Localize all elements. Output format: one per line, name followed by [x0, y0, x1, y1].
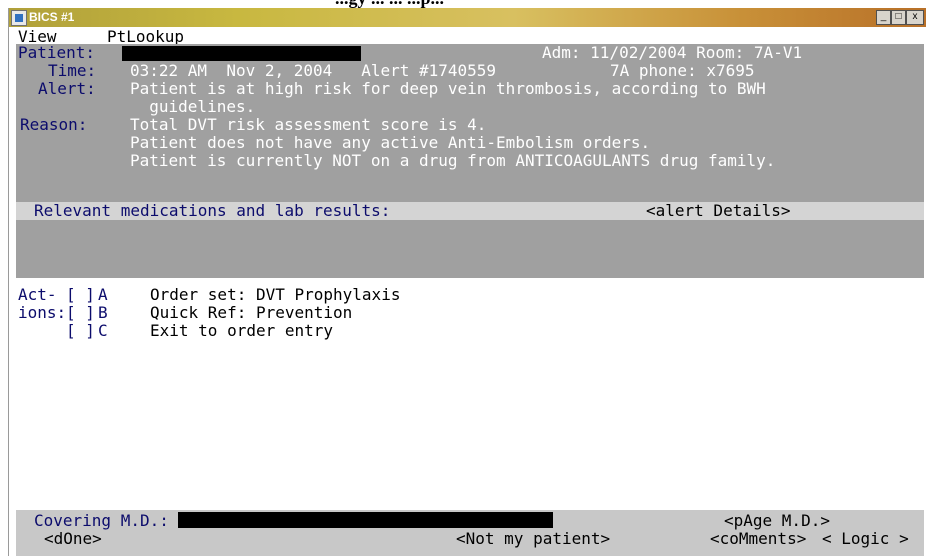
action-checkbox-c[interactable]: [ ] — [66, 322, 95, 340]
covering-md-label: Covering M.D.: — [34, 511, 169, 530]
minimize-button[interactable]: _ — [876, 10, 891, 25]
unit-phone: 7A phone: x7695 — [610, 61, 755, 80]
not-my-patient-button[interactable]: <Not my patient> — [456, 530, 610, 548]
action-key-b: B — [98, 303, 108, 322]
restore-button[interactable]: □ — [891, 10, 906, 25]
alert-details-button[interactable]: <alert Details> — [646, 202, 791, 220]
action-key-c: C — [98, 321, 108, 340]
reason-line: Patient does not have any active Anti-Em… — [130, 133, 651, 152]
logic-button[interactable]: < Logic > — [822, 530, 909, 548]
alert-text-line1: Patient is at high risk for deep vein th… — [130, 79, 766, 98]
actions-label: ions: — [18, 303, 67, 322]
reason-line: Patient is currently NOT on a drug from … — [130, 151, 776, 170]
covering-md-redacted — [178, 512, 553, 528]
reason-label: Reason: — [20, 115, 88, 134]
action-option-quick-ref[interactable]: Quick Ref: Prevention — [150, 304, 352, 322]
reason-line: Total DVT risk assessment score is 4. — [130, 115, 487, 134]
admission-info: Adm: 11/02/2004 Room: 7A-V1 — [542, 43, 803, 62]
close-button[interactable]: x — [906, 10, 924, 25]
caption-strip — [0, 0, 926, 8]
action-option-exit[interactable]: Exit to order entry — [150, 322, 333, 340]
relevant-label: Relevant medications and lab results: — [34, 201, 391, 220]
action-key-a: A — [98, 285, 108, 304]
title-bar[interactable] — [9, 8, 926, 27]
alert-text-line2: guidelines. — [130, 97, 256, 116]
page-md-button[interactable]: <pAge M.D.> — [724, 512, 830, 530]
action-option-order-set[interactable]: Order set: DVT Prophylaxis — [150, 286, 400, 304]
time-label: Time: — [48, 61, 97, 80]
comments-button[interactable]: <coMments> — [710, 530, 806, 548]
action-checkbox-b[interactable]: [ ] — [66, 304, 95, 322]
action-checkbox-a[interactable]: [ ] — [66, 286, 95, 304]
window-title: BICS #1 — [29, 10, 75, 24]
actions-label: Act- — [18, 285, 57, 304]
patient-label: Patient: — [18, 43, 96, 62]
done-button[interactable]: <dOne> — [44, 530, 102, 548]
time-value: 03:22 AM Nov 2, 2004 Alert #1740559 — [130, 61, 497, 80]
app-icon[interactable] — [11, 10, 27, 26]
patient-name-redacted — [122, 46, 361, 61]
alert-label: Alert: — [38, 79, 96, 98]
